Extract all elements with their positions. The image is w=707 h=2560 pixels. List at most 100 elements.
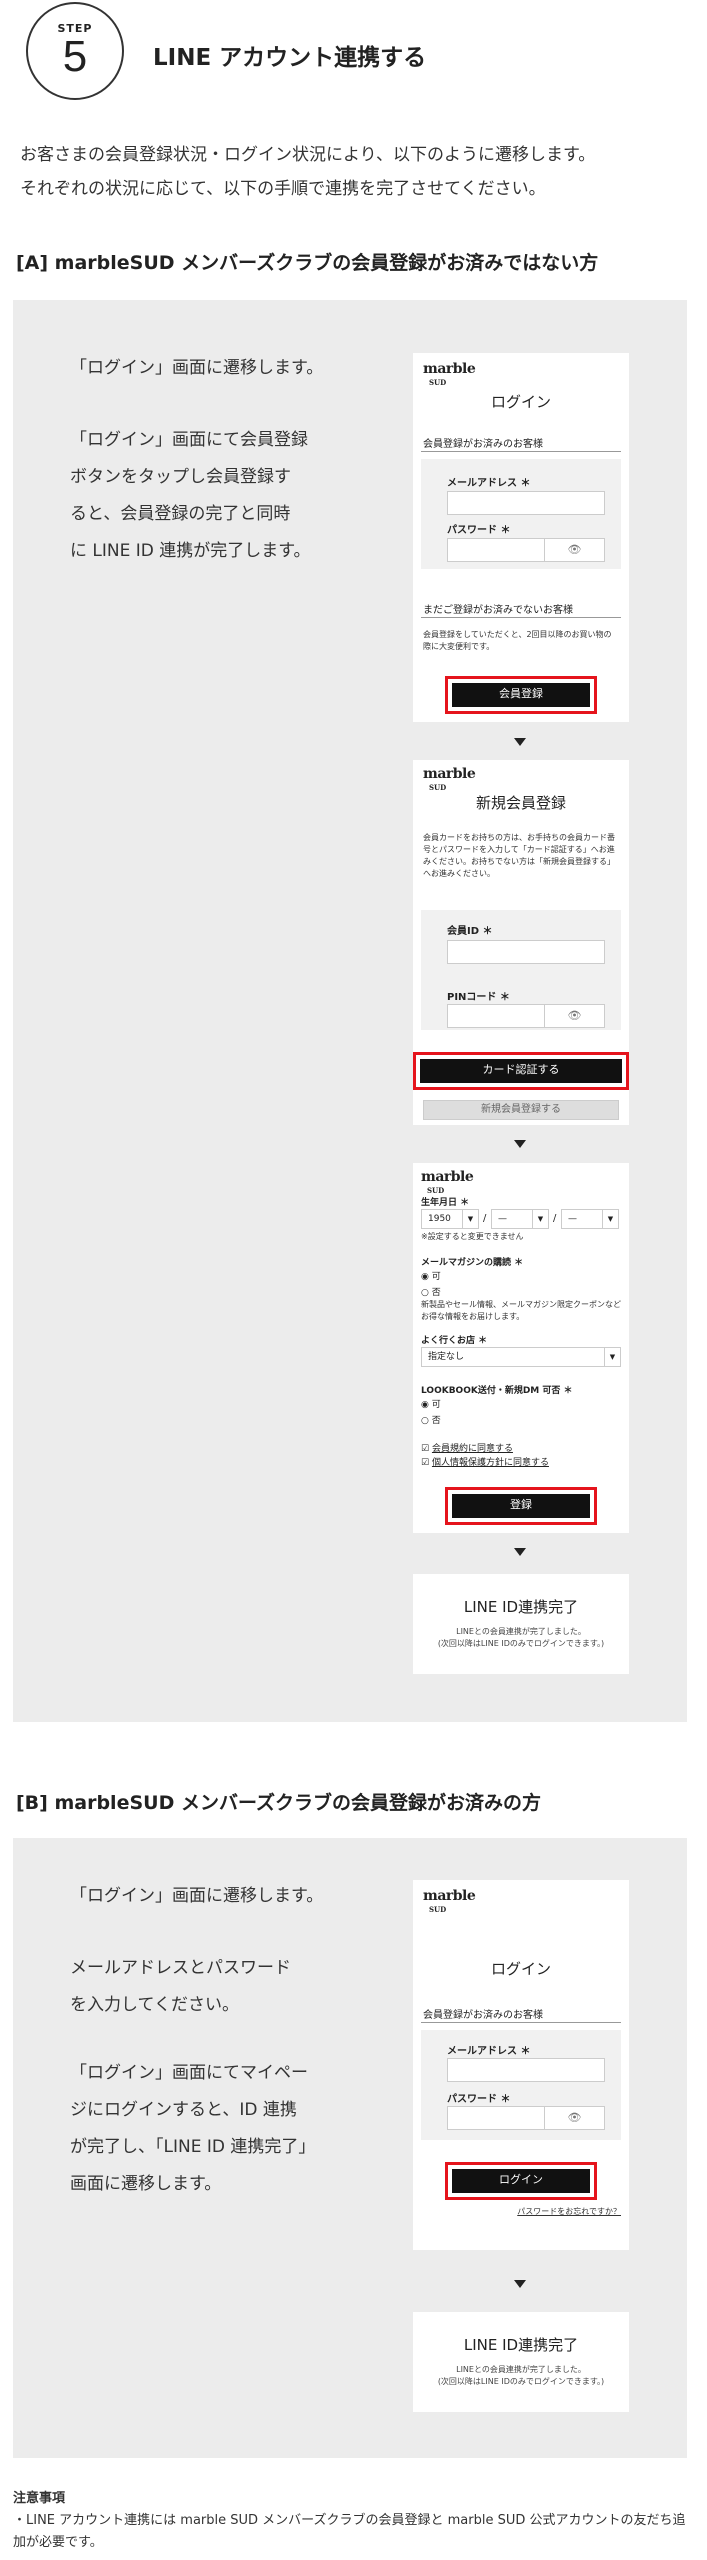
desc-line: を入力してください。 (70, 1995, 239, 2015)
eye-icon[interactable]: 👁 (544, 2107, 604, 2129)
down-arrow-icon (514, 2280, 526, 2288)
nonmember-heading: まだご登録がお済みでないお客様 (423, 605, 573, 616)
divider (421, 451, 621, 452)
complete-title: LINE ID連携完了 (463, 1598, 579, 1616)
card-form-box: 会員ID ＊ PINコード ＊ 👁 (421, 910, 621, 1030)
register-note: 会員登録をしていただくと、2回目以降のお買い物の際に大変便利です。 (423, 630, 612, 651)
section-a-desc1: 「ログイン」画面に遷移します。 (70, 358, 324, 378)
pin-field[interactable]: 👁 (447, 1004, 605, 1028)
link-complete-screen-b: LINE ID連携完了 LINEとの会員連携が完了しました。 (次回以降はLIN… (413, 2312, 629, 2412)
slash: / (553, 1213, 557, 1224)
highlight-frame: ログイン (445, 2162, 597, 2200)
member-form-screen: marble SUD 生年月日 ＊ 1950 ▼ / — ▼ / — ▼ ※設定すると変… (413, 1163, 629, 1533)
desc-line: ボタンをタップし会員登録す (70, 467, 291, 487)
step-title: LINE アカウント連携する (153, 45, 427, 71)
submit-button[interactable]: 登録 (452, 1494, 590, 1518)
slash: / (483, 1213, 487, 1224)
mail-label: メールマガジンの購読 ＊ (421, 1258, 524, 1268)
year-select[interactable]: 1950 ▼ (421, 1209, 479, 1229)
section-a-desc2: 「ログイン」画面にて会員登録 ボタンをタップし会員登録す ると、会員登録の完了と… (70, 422, 311, 570)
highlight-frame: 登録 (445, 1487, 597, 1525)
login-screen-a: marble SUD ログイン 会員登録がお済みのお客様 メールアドレス ＊ パス… (413, 353, 629, 722)
intro-line: お客さまの会員登録状況・ログイン状況により、以下のように遷移します。 (20, 145, 596, 165)
desc-line: メールアドレスとパスワード (70, 1958, 291, 1978)
email-label: メールアドレス ＊ (447, 2046, 531, 2057)
section-b-desc2: メールアドレスとパスワード を入力してください。 (70, 1950, 291, 2024)
birth-label: 生年月日 ＊ (421, 1198, 470, 1208)
password-field[interactable]: 👁 (447, 2106, 605, 2130)
chevron-down-icon: ▼ (462, 1210, 478, 1228)
desc-line: 画面に遷移します。 (70, 2174, 222, 2194)
eye-icon[interactable]: 👁 (544, 1005, 604, 1027)
register-note: 会員カードをお持ちの方は、お手持ちの会員カード番号とパスワードを入力して「カード… (423, 833, 615, 878)
down-arrow-icon (514, 1140, 526, 1148)
step-number: 5 (62, 32, 88, 81)
desc-line: ジにログインすると、ID 連携 (70, 2100, 297, 2120)
complete-title: LINE ID連携完了 (463, 2336, 579, 2354)
section-a-heading: [A] marbleSUD メンバーズクラブの会員登録がお済みではない方 (16, 252, 599, 274)
login-form-box: メールアドレス ＊ パスワード ＊ 👁 (421, 459, 621, 569)
card-auth-button[interactable]: カード認証する (420, 1059, 622, 1083)
day-select[interactable]: — ▼ (561, 1209, 619, 1229)
member-id-label: 会員ID ＊ (447, 926, 493, 937)
highlight-frame: カード認証する (413, 1052, 629, 1090)
section-b-desc1: 「ログイン」画面に遷移します。 (70, 1886, 324, 1906)
agree-privacy-checkbox[interactable]: ☑ 個人情報保護方針に同意する (421, 1455, 549, 1468)
member-heading: 会員登録がお済みのお客様 (423, 439, 543, 450)
notes: 注意事項 ・LINE アカウント連携には marble SUD メンバーズクラブ… (13, 2488, 686, 2554)
down-arrow-icon (514, 1548, 526, 1556)
login-button[interactable]: ログイン (452, 2169, 590, 2193)
link-complete-screen-a: LINE ID連携完了 LINEとの会員連携が完了しました。 (次回以降はLIN… (413, 1574, 629, 1674)
password-label: パスワード ＊ (447, 2094, 511, 2105)
intro-text: お客さまの会員登録状況・ログイン状況により、以下のように遷移します。 それぞれの… (20, 138, 700, 206)
email-field[interactable] (447, 2058, 605, 2082)
month-select[interactable]: — ▼ (491, 1209, 549, 1229)
dm-label: LOOKBOOK送付・新規DM 可否 ＊ (421, 1386, 573, 1396)
agree-terms-checkbox[interactable]: ☑ 会員規約に同意する (421, 1441, 513, 1454)
email-field[interactable] (447, 491, 605, 515)
login-screen-b: marble SUD ログイン 会員登録がお済みのお客様 メールアドレス ＊ パス… (413, 1880, 629, 2250)
password-field[interactable]: 👁 (447, 538, 605, 562)
pin-label: PINコード ＊ (447, 992, 510, 1003)
brand-logo: marble SUD (423, 766, 476, 792)
section-b-heading: [B] marbleSUD メンバーズクラブの会員登録がお済みの方 (16, 1792, 542, 1814)
brand-logo: marble SUD (423, 361, 476, 387)
register-button[interactable]: 会員登録 (452, 683, 590, 707)
page-title: 新規会員登録 (475, 794, 566, 812)
forgot-password-link[interactable]: パスワードをお忘れですか？ (517, 2206, 621, 2218)
desc-line: に LINE ID 連携が完了します。 (70, 541, 311, 561)
eye-icon[interactable]: 👁 (544, 539, 604, 561)
member-heading: 会員登録がお済みのお客様 (423, 2010, 543, 2021)
notes-heading: 注意事項 (13, 2491, 66, 2506)
divider (421, 617, 621, 618)
brand-logo: marble SUD (423, 1888, 476, 1914)
desc-line: ると、会員登録の完了と同時 (70, 504, 291, 524)
dm-yes-radio[interactable]: ◉ 可 (421, 1397, 441, 1410)
email-label: メールアドレス ＊ (447, 478, 531, 489)
page-title: ログイン (490, 1960, 551, 1978)
mail-yes-radio[interactable]: ◉ 可 (421, 1269, 441, 1282)
section-b-desc3: 「ログイン」画面にてマイペー ジにログインすると、ID 連携 が完了し、「LIN… (70, 2055, 315, 2203)
mail-no-radio[interactable]: ○ 否 (421, 1285, 441, 1298)
dm-no-radio[interactable]: ○ 否 (421, 1413, 441, 1426)
brand-logo: marble SUD (421, 1169, 474, 1195)
chevron-down-icon: ▼ (604, 1348, 620, 1366)
desc-line: 「ログイン」画面にて会員登録 (70, 430, 308, 450)
new-register-button[interactable]: 新規会員登録する (423, 1100, 619, 1120)
mail-note: 新製品やセール情報、メールマガジン限定クーポンなどお得な情報をお届けします。 (421, 1300, 621, 1321)
shop-select[interactable]: 指定なし ▼ (421, 1347, 621, 1367)
desc-line: が完了し、「LINE ID 連携完了」 (70, 2137, 316, 2157)
complete-message: LINEとの会員連携が完了しました。 (456, 1627, 586, 1636)
notes-line: 加が必要です。 (13, 2535, 103, 2550)
highlight-frame: 会員登録 (445, 676, 597, 714)
desc-line: 「ログイン」画面にてマイペー (70, 2063, 308, 2083)
page-title: ログイン (490, 393, 551, 411)
intro-line: それぞれの状況に応じて、以下の手順で連携を完了させてください。 (20, 179, 546, 199)
shop-label: よく行くお店 ＊ (421, 1336, 488, 1346)
password-label: パスワード ＊ (447, 525, 511, 536)
new-register-screen: marble SUD 新規会員登録 会員カードをお持ちの方は、お手持ちの会員カード… (413, 760, 629, 1125)
notes-line: ・LINE アカウント連携には marble SUD メンバーズクラブの会員登録… (13, 2513, 686, 2528)
member-id-field[interactable] (447, 940, 605, 964)
complete-message-sub: (次回以降はLINE IDのみでログインできます。) (437, 1639, 605, 1648)
complete-message-sub: (次回以降はLINE IDのみでログインできます。) (437, 2377, 605, 2386)
